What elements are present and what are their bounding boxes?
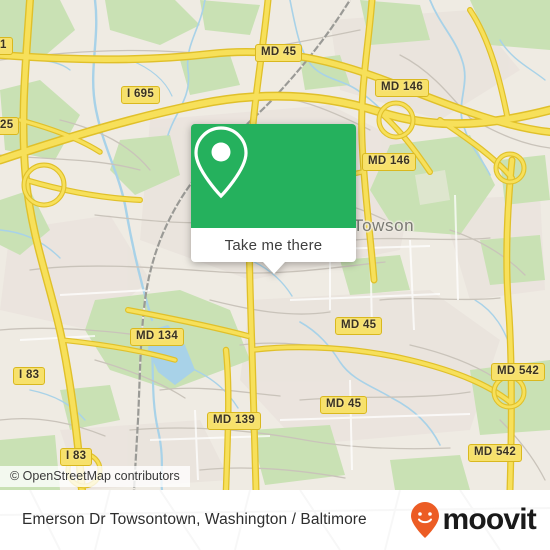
location-pin-icon [194, 126, 248, 199]
location-title: Emerson Dr Towsontown, Washington / Balt… [22, 511, 367, 528]
route-shield[interactable]: I 83 [60, 448, 93, 466]
location-callout-card[interactable]: Take me there [191, 124, 356, 274]
bottom-info-bar: Emerson Dr Towsontown, Washington / Balt… [0, 490, 550, 550]
route-shield[interactable]: MD 146 [375, 79, 430, 97]
route-shield[interactable]: 25 [0, 117, 20, 135]
moovit-wordmark: moovit [442, 503, 536, 536]
route-shield[interactable]: 1 [0, 37, 13, 55]
moovit-smiley-pin-icon [411, 502, 440, 538]
route-shield[interactable]: MD 139 [207, 412, 262, 430]
screenshot-root: Towson MD 45 MD 146 I 695 1 25 MD 146 MD… [0, 0, 550, 550]
map-canvas[interactable]: Towson MD 45 MD 146 I 695 1 25 MD 146 MD… [0, 0, 550, 490]
route-shield[interactable]: I 695 [121, 86, 161, 104]
moovit-logo[interactable]: moovit [410, 501, 537, 539]
callout-tail [262, 262, 285, 274]
route-shield[interactable]: I 83 [13, 367, 46, 385]
route-shield[interactable]: MD 542 [491, 363, 546, 381]
callout-header [191, 124, 356, 228]
route-shield[interactable]: MD 45 [255, 44, 303, 62]
place-label-towson: Towson [353, 216, 415, 235]
route-shield[interactable]: MD 45 [335, 317, 383, 335]
route-shield[interactable]: MD 542 [468, 444, 523, 462]
route-shield[interactable]: MD 45 [320, 396, 368, 414]
route-shield[interactable]: MD 146 [362, 153, 417, 171]
route-shield[interactable]: MD 134 [130, 328, 185, 346]
take-me-there-label: Take me there [224, 236, 323, 254]
callout-footer[interactable]: Take me there [191, 228, 356, 274]
osm-attribution[interactable]: © OpenStreetMap contributors [0, 466, 190, 487]
